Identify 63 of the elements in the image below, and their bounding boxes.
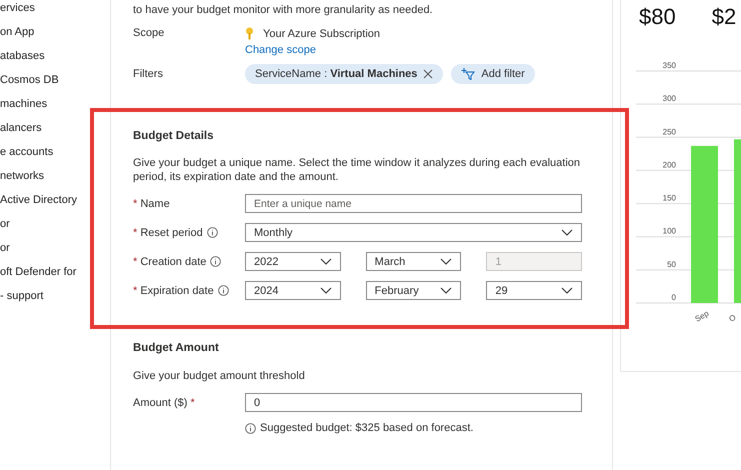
field-label: * Expiration date [133,284,214,296]
add-filter-icon [461,68,476,80]
change-scope-link[interactable]: Change scope [245,44,380,56]
section-description: Give your budget amount threshold [133,369,306,383]
sidebar-item[interactable]: Active Directory [0,193,110,207]
section-heading: Budget Amount [133,342,220,354]
info-icon[interactable] [206,227,218,238]
axis-tick-label: 50 [667,260,676,269]
axis-tick-label: 250 [662,127,676,136]
dropdown[interactable]: Monthly [245,223,582,242]
sidebar-item[interactable]: e accounts [0,145,110,159]
section-description: Give your budget a unique name. Select the time window it analyzes during each evaluation period, its expiration date and the amount. [133,156,581,184]
dropdown[interactable]: February [366,281,462,300]
section-heading: Budget Details [133,130,215,142]
chevron-down-icon [440,258,452,265]
field-label: * Reset period [133,226,203,238]
sidebar-item[interactable]: or [0,241,110,255]
field-label: * Name [133,198,170,210]
field-label: Filters [133,68,163,80]
key-icon [245,27,254,40]
axis-tick-label: 200 [662,160,676,170]
axis-tick-label: 300 [662,94,676,104]
amount-value: $80 [639,4,676,31]
dropdown[interactable]: 2022 [245,252,341,271]
info-icon[interactable] [245,422,256,434]
axis-tick-label: 350 [662,61,676,70]
field-label: * Creation date [133,256,206,268]
input-field[interactable]: Enter a unique name [245,194,582,213]
chevron-down-icon [561,229,573,236]
filter-chip[interactable]: ServiceName : Virtual Machines [245,64,444,84]
sidebar-item[interactable]: - support [0,289,110,303]
sidebar-item[interactable]: atabases [0,49,110,63]
sidebar-item[interactable]: machines [0,97,110,111]
chevron-down-icon [561,287,574,294]
intro-text: to have your budget monitor with more granularity as needed. [133,3,434,17]
dropdown[interactable]: 2024 [245,281,341,300]
close-icon[interactable] [423,69,434,79]
axis-category-label: O [728,312,738,324]
axis-tick-label: 100 [662,226,676,236]
sidebar-item[interactable]: networks [0,169,110,183]
add-filter-button[interactable]: Add filter [451,64,535,84]
sidebar-item[interactable]: or [0,217,110,231]
info-icon[interactable] [218,285,229,296]
sidebar-item[interactable]: Cosmos DB [0,73,110,87]
scope-value: Your Azure Subscription [263,28,380,40]
field-label: Scope [133,27,164,39]
sidebar-item[interactable]: on App [0,25,110,39]
axis-tick-label: 150 [662,194,676,203]
chevron-down-icon [440,287,452,294]
sidebar-item[interactable]: alancers [0,121,110,135]
chevron-down-icon [320,258,332,265]
axis-category-label: Sep [694,308,710,324]
sidebar-item[interactable]: ervices [0,1,110,15]
dropdown[interactable]: March [366,252,462,271]
sidebar-item[interactable]: oft Defender for [0,265,110,279]
input-field[interactable]: 0 [245,393,582,412]
field-label: Amount ($) * [133,396,195,408]
info-icon[interactable] [210,256,222,267]
dropdown[interactable]: 29 [486,281,582,300]
amount-value: $2 [712,4,736,31]
suggestion-text: Suggested budget: $325 based on forecast. [260,422,474,434]
axis-tick-label: 0 [672,293,676,302]
chevron-down-icon [320,287,332,294]
